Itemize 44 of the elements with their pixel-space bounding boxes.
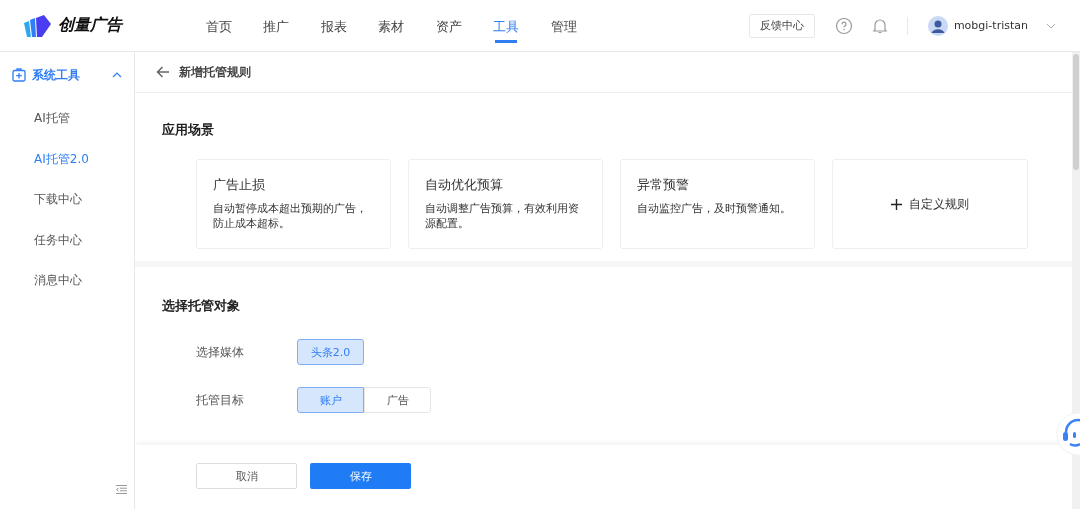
section-title: 应用场景 — [162, 121, 215, 139]
chevron-down-icon[interactable] — [1046, 22, 1056, 29]
help-icon[interactable] — [834, 16, 853, 35]
scenario-card[interactable]: 广告止损 自动暂停成本超出预期的广告，防止成本超标。 — [196, 159, 391, 249]
nav-tab[interactable]: 管理 — [535, 0, 593, 52]
headset-icon[interactable] — [1056, 412, 1080, 456]
collapse-menu-icon[interactable] — [116, 485, 127, 494]
nav-tab[interactable]: 资产 — [420, 0, 478, 52]
nav-tab[interactable]: 推广 — [247, 0, 305, 52]
card-title: 异常预警 — [637, 176, 690, 194]
card-title: 广告止损 — [213, 176, 266, 194]
sidebar-group[interactable]: 系统工具 — [0, 52, 134, 98]
cancel-button[interactable]: 取消 — [196, 463, 297, 489]
bell-icon[interactable] — [870, 16, 889, 35]
option-button[interactable]: 广告 — [364, 387, 431, 413]
sidebar-item[interactable]: 消息中心 — [0, 260, 134, 301]
back-arrow-icon[interactable] — [156, 66, 170, 78]
nav-tab[interactable]: 报表 — [305, 0, 363, 52]
scrollbar-thumb[interactable] — [1073, 54, 1079, 170]
nav-tab[interactable]: 首页 — [190, 0, 248, 52]
logo-icon — [22, 14, 52, 37]
field-label: 托管目标 — [196, 391, 245, 409]
scenario-card[interactable]: 自动优化预算 自动调整广告预算，有效利用资源配置。 — [408, 159, 603, 249]
user-name[interactable]: mobgi-tristan — [953, 19, 1028, 32]
toolbox-icon — [12, 68, 26, 82]
sidebar-item[interactable]: 下载中心 — [0, 179, 134, 220]
nav-tab[interactable]: 素材 — [362, 0, 420, 52]
save-button[interactable]: 保存 — [310, 463, 411, 489]
feedback-button[interactable]: 反馈中心 — [748, 13, 815, 38]
card-description: 自动监控广告，及时预警通知。 — [637, 201, 792, 216]
avatar-icon[interactable] — [927, 15, 948, 36]
card-title: 自动优化预算 — [425, 176, 504, 194]
sidebar-item[interactable]: AI托管2.0 — [0, 138, 134, 179]
page-title: 新增托管规则 — [179, 63, 251, 81]
sidebar-item[interactable]: AI托管 — [0, 98, 134, 139]
sidebar-item[interactable]: 任务中心 — [0, 219, 134, 260]
custom-rule-card[interactable]: 自定义规则 — [832, 159, 1028, 249]
plus-icon — [891, 198, 902, 210]
section-title: 选择托管对象 — [162, 297, 241, 315]
scenario-card[interactable]: 异常预警 自动监控广告，及时预警通知。 — [620, 159, 815, 249]
card-description: 自动暂停成本超出预期的广告，防止成本超标。 — [213, 201, 368, 231]
brand-name: 创量广告 — [58, 15, 122, 36]
field-label: 选择媒体 — [196, 343, 245, 361]
card-description: 自动调整广告预算，有效利用资源配置。 — [425, 201, 580, 231]
